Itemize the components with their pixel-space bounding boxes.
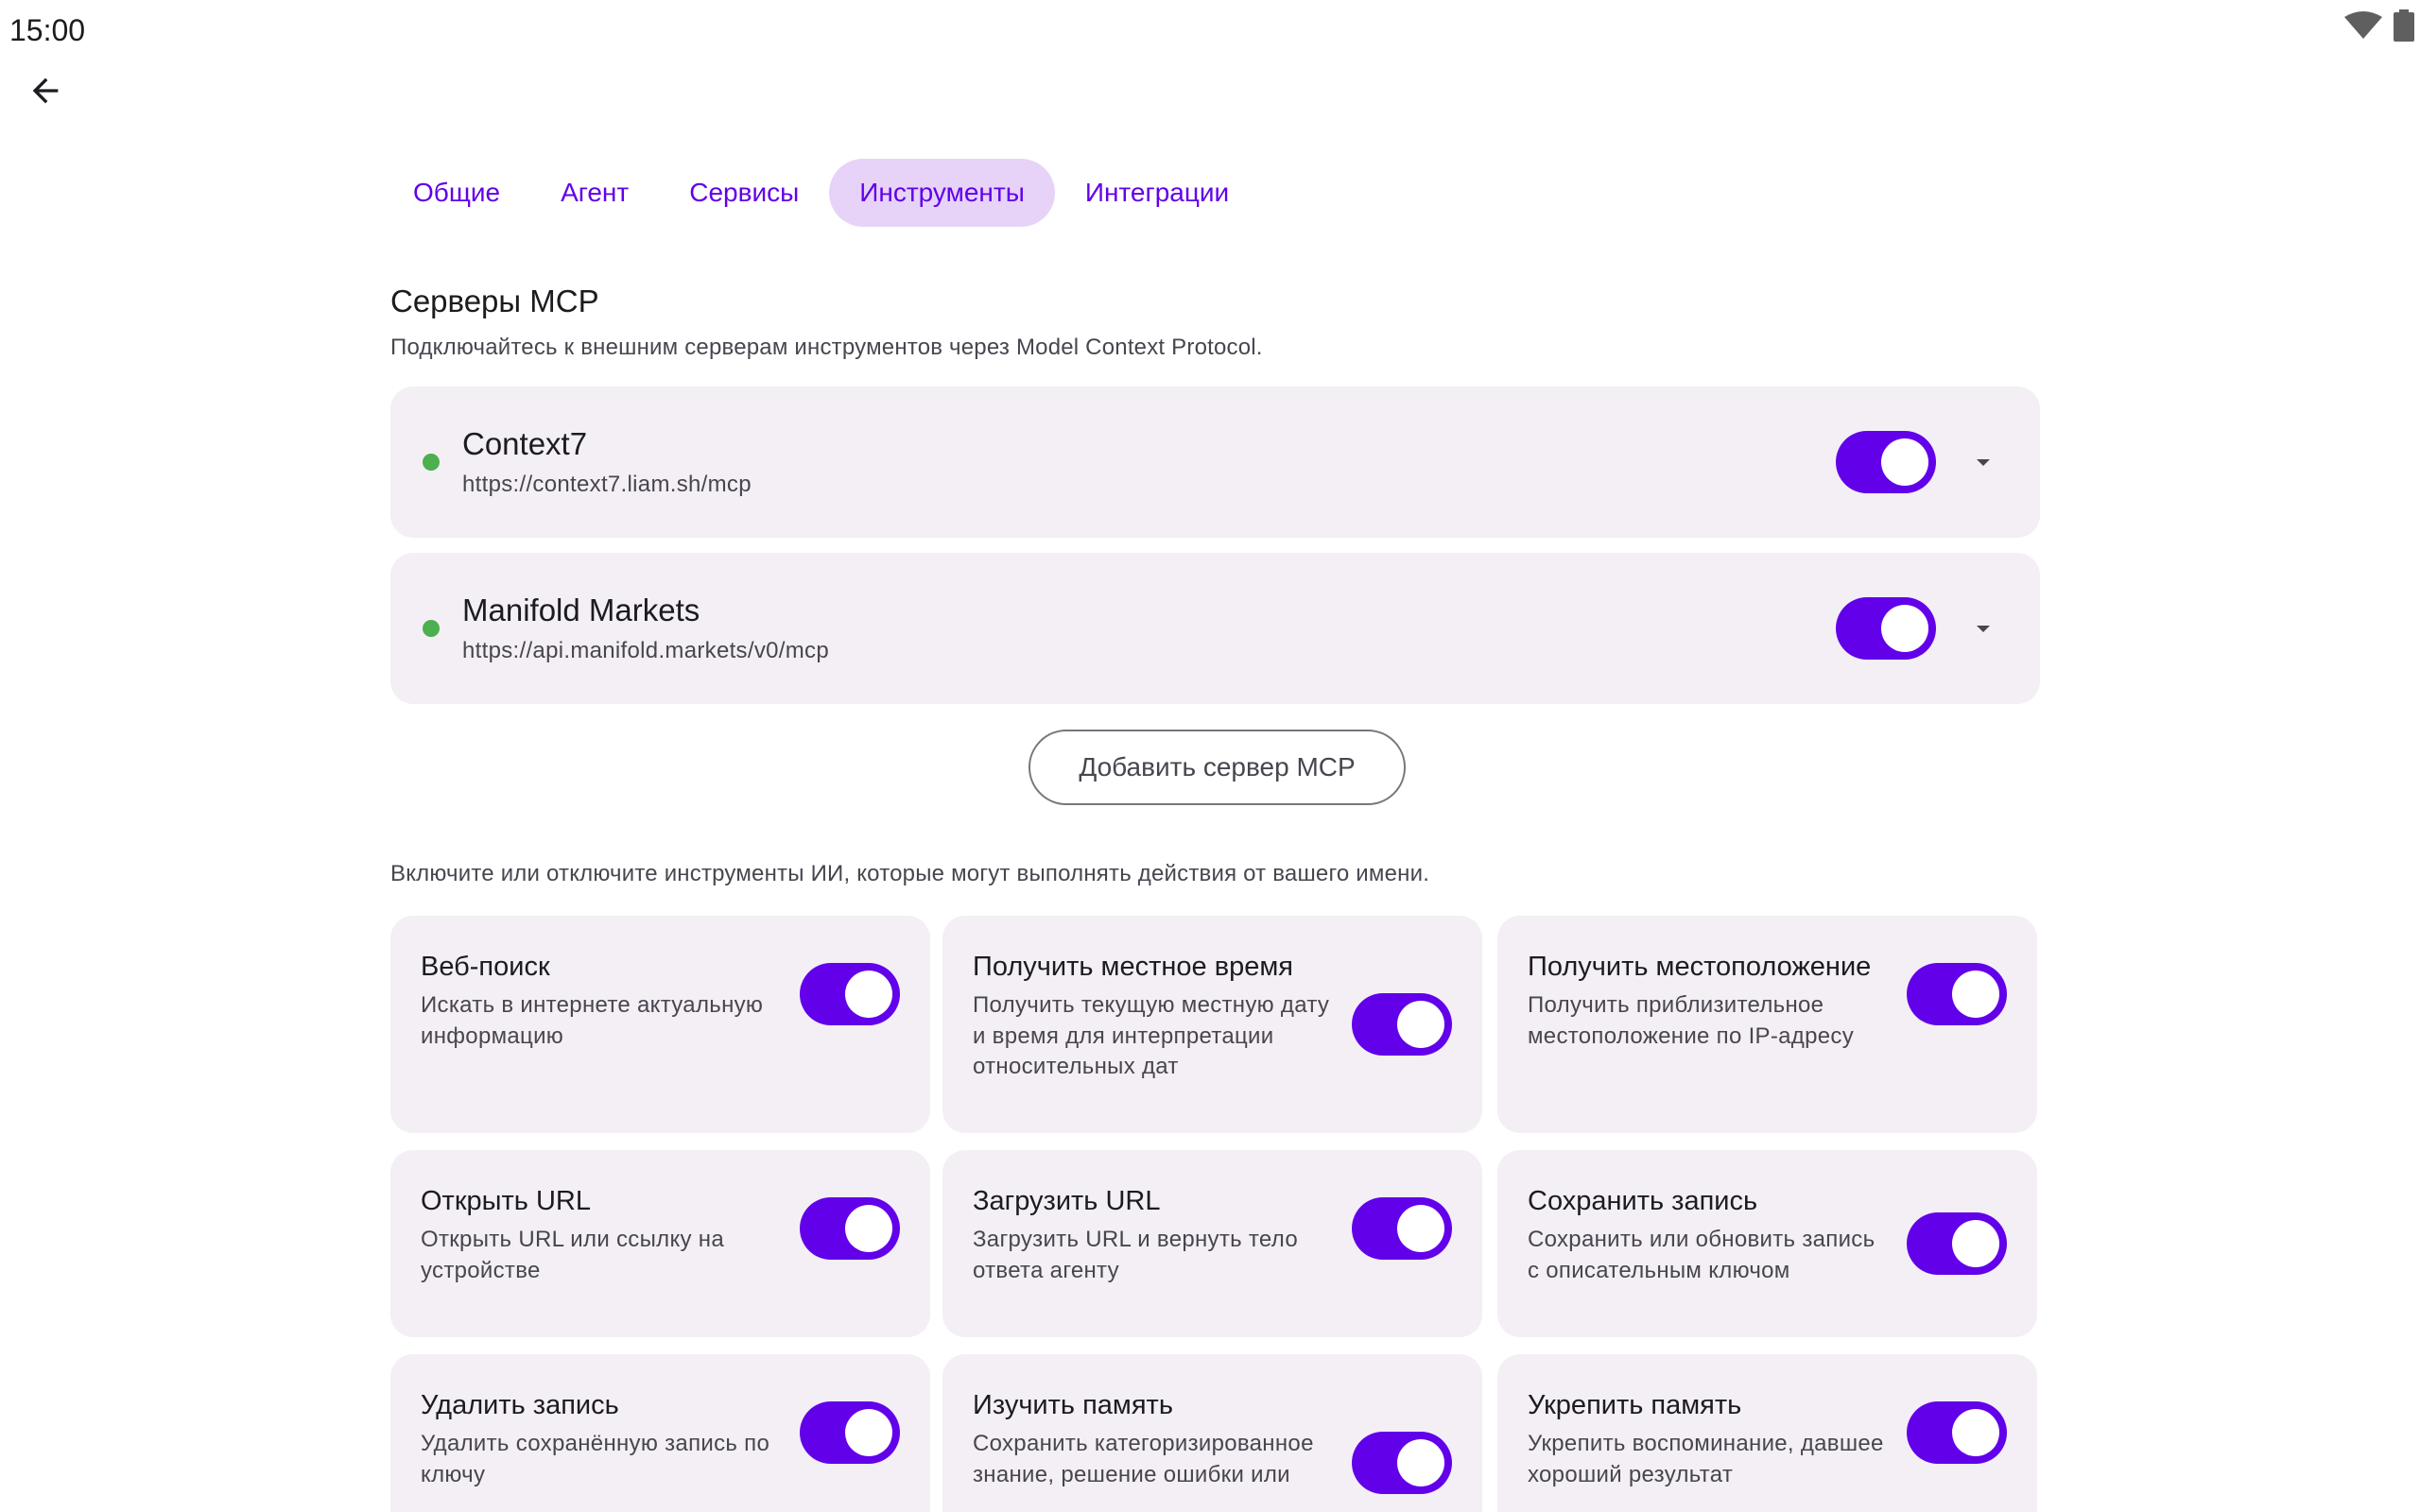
tool-toggle[interactable] xyxy=(1352,993,1452,1056)
server-url: https://api.manifold.markets/v0/mcp xyxy=(462,638,829,663)
tool-description: Сохранить или обновить запись с описател… xyxy=(1528,1227,1876,1283)
tool-title: Открыть URL xyxy=(421,1186,591,1216)
tool-title: Сохранить запись xyxy=(1528,1186,1758,1216)
status-icons xyxy=(2344,9,2414,46)
tool-description: Искать в интернете актуальную информацию xyxy=(421,992,764,1049)
tool-card-reinforce-memory[interactable]: Укрепить память Укрепить воспоминание, д… xyxy=(1497,1354,2037,1512)
tool-card-fetch-url[interactable]: Загрузить URL Загрузить URL и вернуть те… xyxy=(942,1150,1482,1337)
tool-card-save-record[interactable]: Сохранить запись Сохранить или обновить … xyxy=(1497,1150,2037,1337)
tool-toggle[interactable] xyxy=(1907,963,2007,1025)
tool-description: Сохранить категоризированное знание, реш… xyxy=(973,1431,1314,1487)
tools-description: Включите или отключите инструменты ИИ, к… xyxy=(390,861,1430,886)
tool-toggle[interactable] xyxy=(1907,1212,2007,1275)
tool-title: Изучить память xyxy=(973,1390,1173,1420)
tool-title: Веб-поиск xyxy=(421,952,550,982)
tool-description: Загрузить URL и вернуть тело ответа аген… xyxy=(973,1227,1299,1283)
tool-card-learn-memory[interactable]: Изучить память Сохранить категоризирован… xyxy=(942,1354,1482,1512)
tool-title: Укрепить память xyxy=(1528,1390,1742,1420)
tool-description: Получить текущую местную дату и время дл… xyxy=(973,992,1330,1079)
tool-card-open-url[interactable]: Открыть URL Открыть URL или ссылку на ус… xyxy=(390,1150,930,1337)
chevron-down-icon[interactable] xyxy=(1964,610,2002,647)
status-time: 15:00 xyxy=(9,13,86,47)
tab-agent[interactable]: Агент xyxy=(530,159,659,227)
chevron-down-icon[interactable] xyxy=(1964,443,2002,481)
tool-title: Удалить запись xyxy=(421,1390,619,1420)
server-name: Context7 xyxy=(462,426,588,461)
mcp-server-card[interactable]: Manifold Markets https://api.manifold.ma… xyxy=(390,553,2040,704)
tab-general[interactable]: Общие xyxy=(383,159,530,227)
tool-description: Открыть URL или ссылку на устройстве xyxy=(421,1227,724,1283)
server-toggle[interactable] xyxy=(1836,597,1936,660)
tool-toggle[interactable] xyxy=(800,1401,900,1464)
server-name: Manifold Markets xyxy=(462,593,700,627)
settings-screen: 15:00 Общие Агент Сервисы Инструменты Ин… xyxy=(0,0,2420,1512)
arrow-back-icon xyxy=(26,72,64,114)
wifi-icon xyxy=(2344,11,2382,44)
tool-toggle[interactable] xyxy=(800,1197,900,1260)
tool-description: Получить приблизительное местоположение … xyxy=(1528,992,1854,1049)
battery-icon xyxy=(2394,9,2414,46)
mcp-server-card[interactable]: Context7 https://context7.liam.sh/mcp xyxy=(390,387,2040,538)
tab-tools[interactable]: Инструменты xyxy=(829,159,1055,227)
tool-title: Получить местное время xyxy=(973,952,1293,982)
tool-description: Укрепить воспоминание, давшее хороший ре… xyxy=(1528,1431,1884,1487)
tool-toggle[interactable] xyxy=(800,963,900,1025)
server-status-dot xyxy=(423,620,440,637)
tool-card-web-search[interactable]: Веб-поиск Искать в интернете актуальную … xyxy=(390,916,930,1133)
server-url: https://context7.liam.sh/mcp xyxy=(462,472,752,497)
tool-card-local-time[interactable]: Получить местное время Получить текущую … xyxy=(942,916,1482,1133)
tool-card-location[interactable]: Получить местоположение Получить приблиз… xyxy=(1497,916,2037,1133)
tool-card-delete-record[interactable]: Удалить запись Удалить сохранённую запис… xyxy=(390,1354,930,1512)
back-button[interactable] xyxy=(21,68,70,117)
tool-toggle[interactable] xyxy=(1907,1401,2007,1464)
mcp-section-description: Подключайтесь к внешним серверам инструм… xyxy=(390,335,1263,360)
server-toggle[interactable] xyxy=(1836,431,1936,493)
tool-title: Загрузить URL xyxy=(973,1186,1161,1216)
tool-description: Удалить сохранённую запись по ключу xyxy=(421,1431,770,1487)
server-status-dot xyxy=(423,454,440,471)
tool-toggle[interactable] xyxy=(1352,1197,1452,1260)
settings-tabs: Общие Агент Сервисы Инструменты Интеграц… xyxy=(383,159,1259,227)
tab-integrations[interactable]: Интеграции xyxy=(1055,159,1259,227)
tool-title: Получить местоположение xyxy=(1528,952,1872,982)
tool-toggle[interactable] xyxy=(1352,1432,1452,1494)
mcp-section-title: Серверы MCP xyxy=(390,284,599,318)
tab-services[interactable]: Сервисы xyxy=(659,159,829,227)
add-mcp-server-button[interactable]: Добавить сервер MCP xyxy=(1028,730,1406,805)
